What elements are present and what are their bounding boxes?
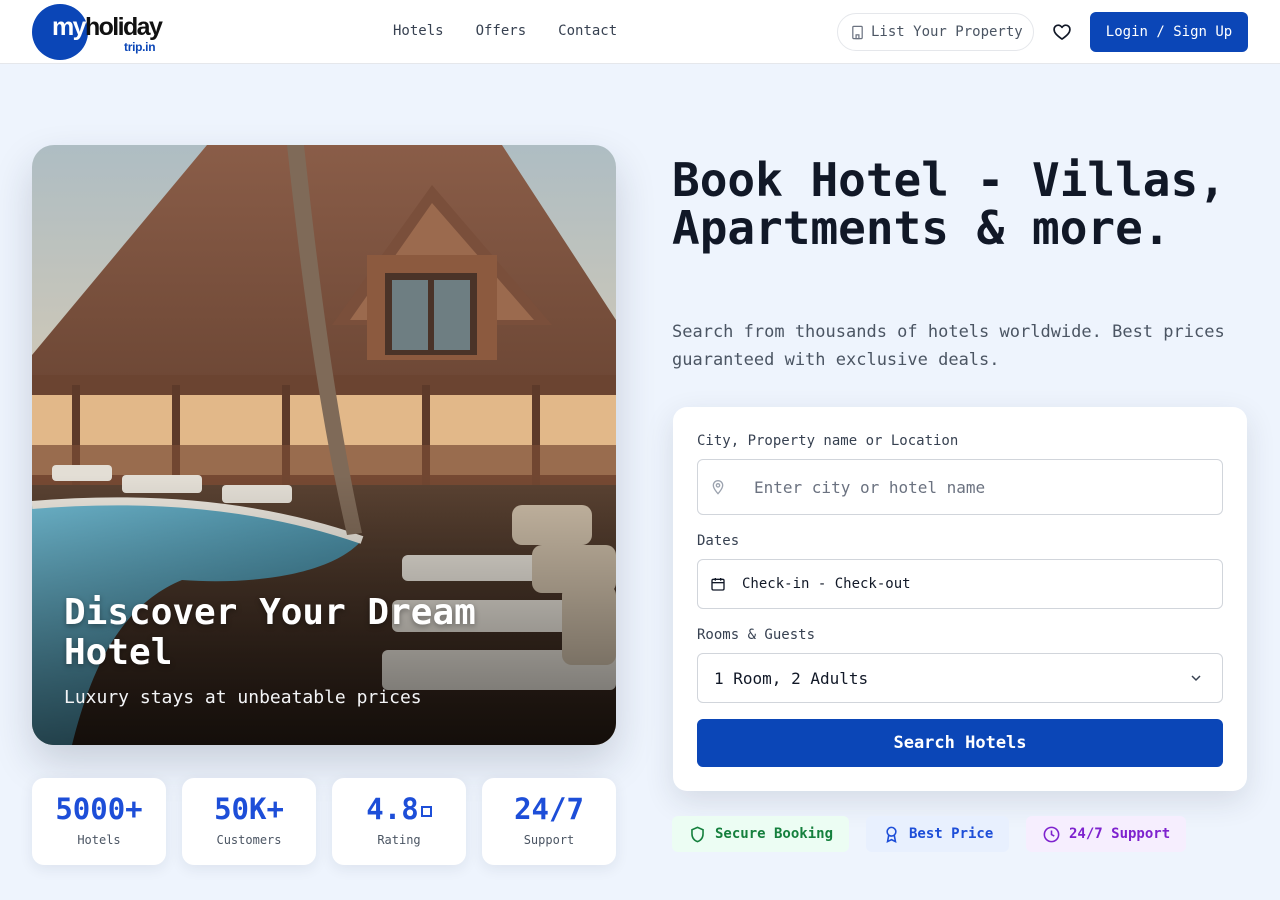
nav-contact-link[interactable]: Contact	[558, 22, 617, 40]
dates-label: Dates	[697, 533, 740, 549]
shield-icon	[691, 826, 704, 842]
badge-label: Best Price	[909, 826, 994, 842]
stat-value: 24/7	[514, 792, 584, 826]
location-input[interactable]	[754, 477, 1194, 497]
logo-subtext: trip.in	[124, 40, 156, 54]
chevron-down-icon	[1191, 675, 1201, 682]
clock-icon	[1043, 826, 1060, 842]
hero-title: Discover Your Dream Hotel	[64, 592, 476, 673]
rooms-guests-label: Rooms & Guests	[697, 627, 816, 643]
stat-value-rating: 4.8	[332, 792, 466, 826]
dates-field[interactable]: Check-in - Check-out	[697, 559, 1223, 609]
badge-best-price: Best Price	[866, 816, 1010, 852]
nav-offers-link[interactable]: Offers	[476, 22, 527, 40]
badge-support: 24/7 Support	[1026, 816, 1187, 852]
hero-image-card: Discover Your Dream Hotel Luxury stays a…	[32, 145, 616, 745]
stat-card-support: 24/7 Support	[482, 778, 616, 865]
search-form-card: City, Property name or Location Dates Ch…	[673, 407, 1247, 791]
heart-icon[interactable]	[1052, 22, 1072, 42]
stat-label: Support	[523, 833, 575, 847]
stat-value: 50K+	[214, 792, 284, 826]
star-icon	[420, 805, 432, 817]
calendar-icon	[711, 578, 725, 591]
list-property-button[interactable]: List Your Property	[837, 13, 1034, 51]
stat-card-rating: 4.8 Rating	[332, 778, 466, 865]
brand-logo[interactable]: myholiday trip.in	[32, 4, 172, 60]
top-navbar: myholiday trip.in Hotels Offers Contact …	[0, 0, 1280, 64]
page-headline: Book Hotel - Villas, Apartments & more.	[672, 153, 1226, 255]
page-subheadline: Search from thousands of hotels worldwid…	[672, 322, 1225, 370]
search-hotels-button[interactable]: Search Hotels	[697, 719, 1223, 767]
award-icon	[886, 826, 897, 843]
logo-word-holiday: holiday	[84, 13, 163, 41]
badge-secure-booking: Secure Booking	[672, 816, 850, 852]
main-nav: Hotels Offers Contact	[393, 22, 617, 40]
logo-wordmark: myholiday	[52, 13, 163, 41]
stat-card-hotels: 5000+ Hotels	[32, 778, 166, 865]
location-field[interactable]	[697, 459, 1223, 515]
map-pin-icon	[712, 480, 724, 495]
stat-label: Rating	[377, 833, 421, 847]
hero-subtitle: Luxury stays at unbeatable prices	[64, 687, 422, 708]
stat-label: Customers	[216, 833, 282, 847]
stat-card-customers: 50K+ Customers	[182, 778, 316, 865]
rooms-guests-value: 1 Room, 2 Adults	[714, 668, 869, 688]
nav-hotels-link[interactable]: Hotels	[393, 22, 444, 40]
badge-label: 24/7 Support	[1069, 826, 1171, 842]
location-label: City, Property name or Location	[697, 433, 959, 449]
login-signup-button[interactable]: Login / Sign Up	[1090, 12, 1248, 52]
stat-label: Hotels	[77, 833, 121, 847]
list-property-label: List Your Property	[871, 24, 1023, 40]
logo-word-my: my	[52, 13, 87, 41]
stat-value: 5000+	[55, 792, 143, 826]
dates-value: Check-in - Check-out	[742, 576, 911, 592]
rating-number: 4.8	[366, 792, 419, 826]
badge-label: Secure Booking	[715, 826, 834, 842]
rooms-guests-select[interactable]: 1 Room, 2 Adults	[697, 653, 1223, 703]
building-icon	[852, 25, 863, 39]
